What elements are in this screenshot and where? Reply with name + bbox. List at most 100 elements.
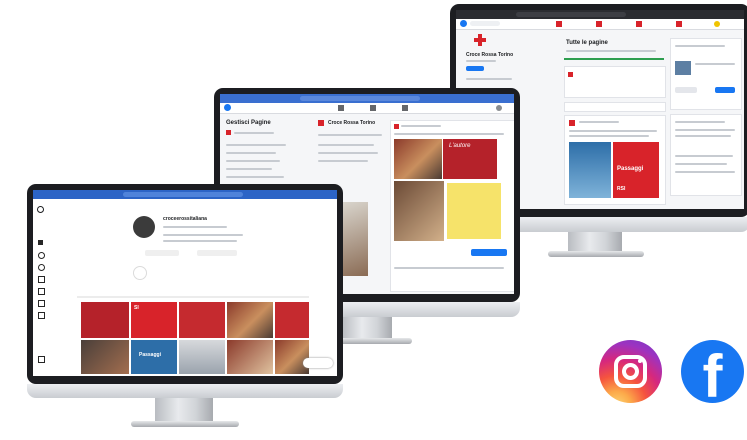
monitor-stand-neck xyxy=(155,398,213,422)
right-panel xyxy=(670,38,742,110)
text-line xyxy=(394,133,504,135)
grid-post[interactable]: SI xyxy=(131,302,177,338)
avatar[interactable] xyxy=(496,105,502,111)
facebook-logo-icon[interactable] xyxy=(460,20,467,27)
sidebar-item[interactable] xyxy=(226,168,272,170)
grid-post[interactable] xyxy=(179,302,225,338)
text-line xyxy=(394,267,504,269)
grid-post[interactable]: Passaggi xyxy=(131,340,177,374)
right-panel-2 xyxy=(670,114,742,196)
browser-toolbar xyxy=(456,10,744,19)
post-image[interactable] xyxy=(394,181,444,241)
monitor-bezel: croceerossitaliana SI Passaggi xyxy=(27,184,343,384)
promo-card[interactable]: Passaggi RSI xyxy=(613,142,659,198)
instagram-glyph-icon[interactable] xyxy=(37,206,44,213)
text-line xyxy=(466,60,496,62)
home-icon[interactable] xyxy=(338,105,344,111)
text-line xyxy=(569,135,649,137)
post-avatar-icon xyxy=(569,120,575,126)
messages-pill[interactable] xyxy=(303,358,333,368)
post-image-overlay[interactable]: L'autore xyxy=(443,139,497,179)
edit-profile-button[interactable] xyxy=(145,250,179,256)
profile-avatar[interactable] xyxy=(133,216,155,238)
groups-icon[interactable] xyxy=(402,105,408,111)
explore-icon[interactable] xyxy=(38,264,45,271)
search-icon[interactable] xyxy=(38,252,45,259)
grid-post[interactable] xyxy=(81,302,129,338)
text-line xyxy=(675,129,735,131)
reels-icon[interactable] xyxy=(38,276,45,283)
composer-card[interactable] xyxy=(564,66,666,98)
text-line xyxy=(234,132,274,134)
post-action-button[interactable] xyxy=(471,249,507,256)
text-line xyxy=(675,155,733,157)
post-image[interactable] xyxy=(569,142,611,198)
grid-post[interactable] xyxy=(275,302,309,338)
feed-post[interactable]: L'autore xyxy=(390,120,514,292)
monitor-stand-neck xyxy=(568,232,622,252)
video-icon[interactable] xyxy=(596,21,602,27)
groups-icon[interactable] xyxy=(676,21,682,27)
panel-button[interactable] xyxy=(675,87,697,93)
browser-toolbar xyxy=(220,94,514,103)
sidebar-item[interactable] xyxy=(226,176,284,178)
notifications-icon[interactable] xyxy=(38,300,45,307)
info-banner xyxy=(564,102,666,112)
view-archive-button[interactable] xyxy=(197,250,237,256)
sidebar-item[interactable] xyxy=(226,160,280,162)
tab-active-indicator[interactable] xyxy=(564,58,664,60)
red-cross-icon xyxy=(568,72,573,77)
card-title: Passaggi xyxy=(617,166,644,172)
home-icon[interactable] xyxy=(38,240,43,245)
text-line xyxy=(675,45,725,47)
sidebar-item[interactable] xyxy=(226,152,276,154)
grid-post[interactable] xyxy=(227,340,273,374)
video-icon[interactable] xyxy=(370,105,376,111)
feed-header: Tutte le pagine xyxy=(566,40,608,46)
facebook-f-letter: f xyxy=(702,343,723,404)
home-icon[interactable] xyxy=(556,21,562,27)
red-cross-logo-icon xyxy=(474,34,486,46)
avatar[interactable] xyxy=(714,21,720,27)
messages-icon[interactable] xyxy=(38,288,45,295)
grid-post[interactable] xyxy=(179,340,225,374)
text-line xyxy=(401,125,441,127)
post-note-image[interactable] xyxy=(447,183,501,239)
text-line xyxy=(579,121,619,123)
feed-post[interactable]: Passaggi RSI xyxy=(564,115,666,205)
facebook-icon: f xyxy=(681,340,744,403)
card-badge: RSI xyxy=(617,186,626,192)
marketplace-icon[interactable] xyxy=(636,21,642,27)
edit-button[interactable] xyxy=(466,66,484,71)
search-input[interactable] xyxy=(470,21,500,26)
thumbnail-image[interactable] xyxy=(675,61,691,75)
grid-post[interactable] xyxy=(227,302,273,338)
panel-primary-button[interactable] xyxy=(715,87,735,93)
browser-toolbar xyxy=(33,190,337,199)
monitor-instagram: croceerossitaliana SI Passaggi xyxy=(27,184,343,440)
facebook-logo-icon[interactable] xyxy=(224,104,231,111)
monitor-chin xyxy=(27,384,343,398)
post-image[interactable] xyxy=(394,139,442,179)
monitor-stand-neck xyxy=(342,317,392,339)
monitor-screen: croceerossitaliana SI Passaggi xyxy=(33,190,337,376)
address-bar[interactable] xyxy=(123,192,243,197)
grid-label: Passaggi xyxy=(139,352,161,358)
photo-thumbnail[interactable] xyxy=(342,202,368,276)
more-menu-icon[interactable] xyxy=(38,356,45,363)
create-icon[interactable] xyxy=(38,312,45,319)
text-line xyxy=(675,163,727,165)
instagram-lens xyxy=(622,363,639,380)
sidebar-title: Gestisci Pagine xyxy=(226,120,271,126)
page-name: Croce Rossa Torino xyxy=(466,52,514,58)
address-bar[interactable] xyxy=(300,96,420,101)
address-bar[interactable] xyxy=(516,12,626,17)
text-line xyxy=(318,152,378,154)
grid-post[interactable] xyxy=(275,340,309,374)
highlight-new[interactable] xyxy=(133,266,147,280)
text-line xyxy=(318,134,382,136)
grid-post[interactable] xyxy=(81,340,129,374)
grid-label: SI xyxy=(134,305,139,311)
sidebar-item[interactable] xyxy=(226,144,286,146)
post-avatar-icon xyxy=(394,124,399,129)
